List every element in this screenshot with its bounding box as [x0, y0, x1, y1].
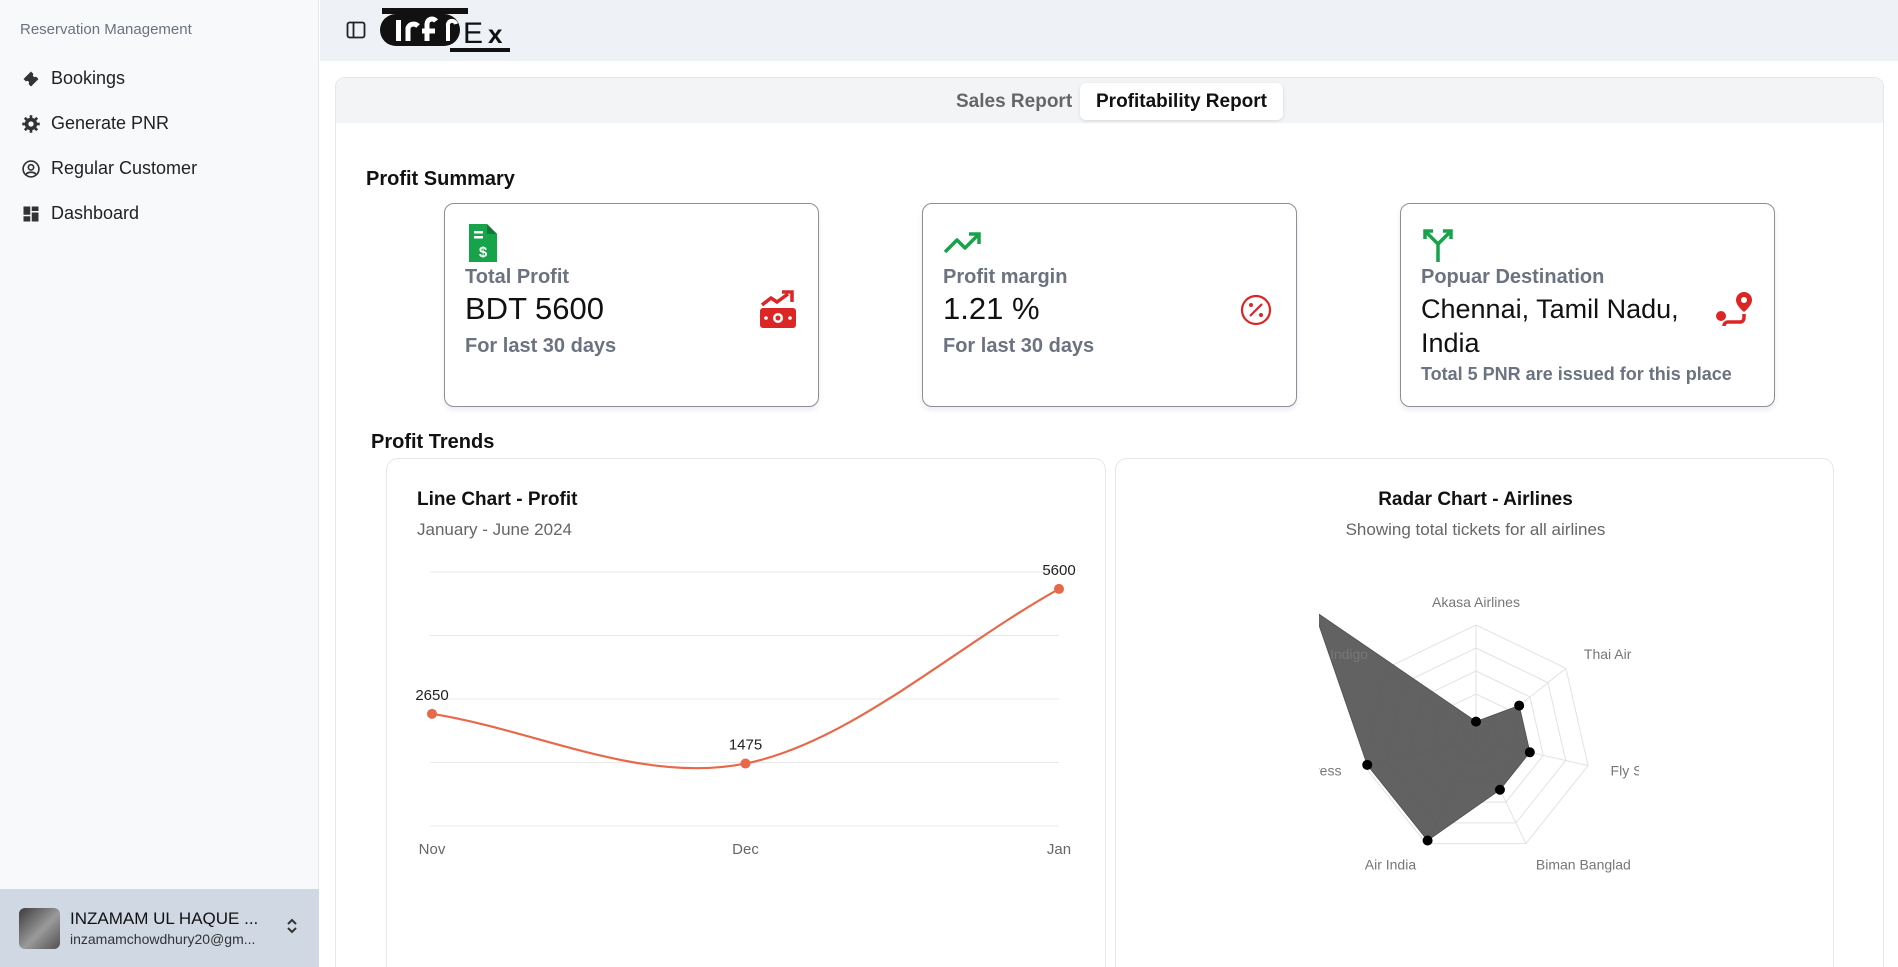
- card-note: For last 30 days: [943, 335, 1095, 357]
- data-label: 1475: [729, 737, 762, 754]
- radar-data-point: [1471, 716, 1481, 727]
- x-tick-label: Jan: [1047, 841, 1071, 858]
- line-chart-subtitle: January - June 2024: [417, 520, 572, 539]
- panel-left-icon: [346, 21, 366, 39]
- sidebar-group-label: Reservation Management: [20, 21, 192, 38]
- user-account-menu[interactable]: INZAMAM UL HAQUE ... inzamamchowdhury20@…: [0, 889, 319, 967]
- chevron-up-down-icon: [284, 916, 300, 941]
- line-chart-title: Line Chart - Profit: [417, 489, 578, 510]
- logo: E x: [380, 8, 510, 52]
- card-note: Total 5 PNR are issued for this place: [1421, 364, 1732, 384]
- sidebar-item-regular-customer[interactable]: Regular Customer: [20, 146, 300, 191]
- sidebar: Reservation Management Bookings Generate…: [0, 0, 319, 967]
- svg-text:$: $: [479, 244, 488, 261]
- data-point: [740, 758, 751, 769]
- radar-chart: Akasa Airlines Thai Air Fly S Biman Banglad…: [1319, 594, 1639, 872]
- card-label: Profit margin: [943, 266, 1068, 288]
- trending-up-icon: [943, 232, 981, 254]
- card-label: Popuar Destination: [1421, 266, 1605, 288]
- gear-icon: [20, 113, 42, 135]
- radar-data-point: [1514, 700, 1525, 711]
- radar-chart-subtitle: Showing total tickets for all airlines: [1345, 520, 1606, 539]
- data-point: [1054, 583, 1064, 594]
- sidebar-item-generate-pnr[interactable]: Generate PNR: [20, 101, 300, 146]
- invoice-dollar-icon: $: [469, 224, 497, 262]
- profit-margin-card: Profit margin 1.21 % For last 30 days: [922, 203, 1297, 407]
- x-tick-label: Dec: [732, 841, 759, 858]
- x-tick-label: Nov: [419, 841, 446, 858]
- data-label: 5600: [1042, 562, 1075, 579]
- total-profit-card: $ Total Profit BDT 5600 For last 30 days: [444, 203, 819, 407]
- percent-circle-icon: [1240, 294, 1272, 326]
- radar-data-point: [1524, 747, 1535, 758]
- tab-profitability-report[interactable]: Profitability Report: [1080, 83, 1284, 120]
- user-circle-icon: [20, 158, 42, 180]
- radar-axis-label: Thai Air: [1584, 646, 1632, 662]
- radar-chart-card: Radar Chart - Airlines Showing total tic…: [1115, 458, 1834, 967]
- tab-sales-report[interactable]: Sales Report: [940, 83, 1088, 120]
- user-email: inzamamchowdhury20@gm...: [70, 931, 256, 947]
- sidebar-item-label: Generate PNR: [51, 113, 170, 133]
- radar-axis-label: Biman Banglad: [1536, 856, 1631, 872]
- card-note: For last 30 days: [465, 335, 617, 357]
- sidebar-toggle-button[interactable]: [346, 20, 366, 40]
- radar-data-point: [1422, 835, 1433, 846]
- radar-chart-title: Radar Chart - Airlines: [1378, 489, 1573, 510]
- sidebar-item-label: Regular Customer: [51, 158, 198, 178]
- line-chart: 2650 Nov 1475 Dec 5600 Jan: [415, 562, 1075, 858]
- radar-axis-label: Fly S: [1611, 763, 1639, 779]
- topbar: E x: [320, 0, 1898, 61]
- data-label: 2650: [415, 687, 448, 704]
- card-value: 1.21 %: [943, 291, 1040, 326]
- radar-axis-label: Indigo: [1330, 646, 1368, 662]
- split-arrows-icon: [1423, 229, 1453, 262]
- ticket-icon: [20, 68, 42, 90]
- radar-data-point: [1494, 784, 1505, 795]
- line-chart-card: Line Chart - Profit January - June 2024 …: [386, 458, 1106, 967]
- radar-data-point: [1362, 759, 1373, 770]
- profit-summary-title: Profit Summary: [366, 168, 515, 190]
- card-value: Chennai, Tamil Nadu, India: [1421, 294, 1679, 358]
- user-name: INZAMAM UL HAQUE ...: [70, 909, 259, 928]
- data-point: [427, 708, 437, 719]
- radar-axis-label: press: [1319, 763, 1341, 779]
- profit-trends-title: Profit Trends: [371, 431, 495, 453]
- report-tabs: Sales Report Profitability Report: [336, 78, 1883, 123]
- svg-text:x: x: [488, 19, 503, 49]
- avatar: [19, 907, 60, 949]
- sidebar-item-dashboard[interactable]: Dashboard: [20, 191, 300, 236]
- dashboard-icon: [20, 203, 42, 225]
- card-label: Total Profit: [465, 266, 570, 288]
- radar-axis-label: Akasa Airlines: [1432, 594, 1520, 610]
- sidebar-item-bookings[interactable]: Bookings: [20, 56, 300, 101]
- popular-destination-card: Popuar Destination Chennai, Tamil Nadu, …: [1400, 203, 1775, 407]
- card-value: BDT 5600: [465, 291, 605, 326]
- sidebar-nav: Bookings Generate PNR Regular Customer D…: [20, 56, 300, 236]
- sidebar-item-label: Dashboard: [51, 203, 140, 223]
- radar-axis-label: Air India: [1365, 856, 1417, 872]
- money-growth-icon: [760, 290, 796, 328]
- route-pin-icon: [1716, 292, 1752, 327]
- sidebar-item-label: Bookings: [51, 68, 126, 88]
- svg-text:E: E: [463, 17, 483, 50]
